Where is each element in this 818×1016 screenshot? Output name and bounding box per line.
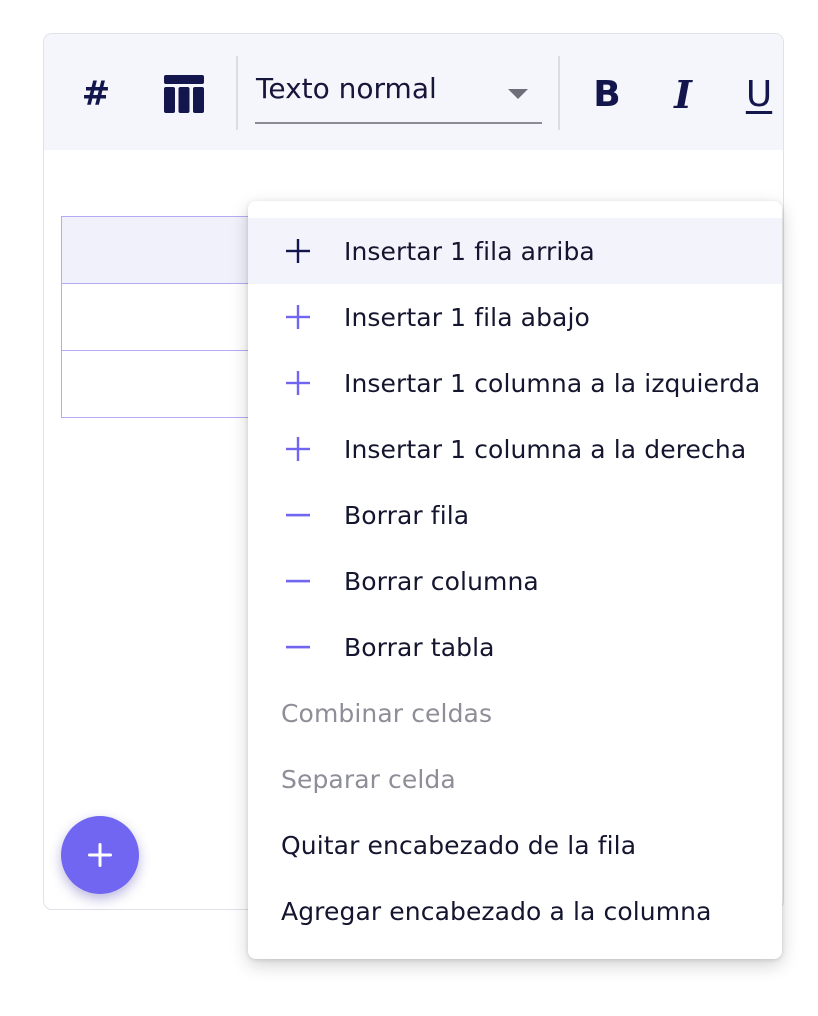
menu-item-remove-row-header[interactable]: Quitar encabezado de la fila — [248, 812, 782, 878]
hash-icon[interactable]: # — [72, 70, 120, 118]
menu-item-delete-table[interactable]: Borrar tabla — [248, 614, 782, 680]
menu-item-label: Borrar tabla — [344, 632, 495, 662]
menu-item-label: Quitar encabezado de la fila — [281, 830, 637, 860]
menu-item-label: Borrar fila — [344, 500, 470, 530]
add-block-button[interactable] — [61, 816, 139, 894]
menu-item-insert-row-below[interactable]: Insertar 1 fila abajo — [248, 284, 782, 350]
minus-icon — [286, 579, 310, 583]
italic-icon[interactable]: I — [659, 70, 707, 118]
editor-toolbar: # Texto normal B I U — [44, 34, 783, 150]
underline-icon[interactable]: U — [735, 70, 783, 118]
menu-item-label: Insertar 1 fila arriba — [344, 236, 595, 266]
menu-item-label: Borrar columna — [344, 566, 539, 596]
menu-item-insert-column-right[interactable]: Insertar 1 columna a la derecha — [248, 416, 782, 482]
menu-item-label: Agregar encabezado a la columna — [281, 896, 712, 926]
menu-item-label: Combinar celdas — [281, 698, 493, 728]
plus-icon — [286, 305, 310, 329]
bold-icon[interactable]: B — [583, 70, 631, 118]
toolbar-divider — [236, 56, 238, 130]
minus-icon — [286, 513, 310, 517]
menu-item-merge-cells: Combinar celdas — [248, 680, 782, 746]
menu-item-label: Insertar 1 columna a la izquierda — [344, 368, 761, 398]
plus-icon — [88, 843, 112, 867]
plus-icon — [286, 371, 310, 395]
menu-item-delete-column[interactable]: Borrar columna — [248, 548, 782, 614]
menu-item-label: Separar celda — [281, 764, 456, 794]
plus-icon — [286, 437, 310, 461]
menu-list: Insertar 1 fila arriba Insertar 1 fila a… — [248, 218, 782, 944]
menu-item-insert-column-left[interactable]: Insertar 1 columna a la izquierda — [248, 350, 782, 416]
menu-item-add-column-header[interactable]: Agregar encabezado a la columna — [248, 878, 782, 944]
menu-item-label: Insertar 1 columna a la derecha — [344, 434, 747, 464]
caret-down-icon — [508, 89, 528, 99]
text-style-value: Texto normal — [256, 72, 437, 105]
toolbar-divider — [558, 56, 560, 130]
minus-icon — [286, 645, 310, 649]
menu-item-insert-row-above[interactable]: Insertar 1 fila arriba — [248, 218, 782, 284]
menu-item-split-cell: Separar celda — [248, 746, 782, 812]
menu-item-delete-row[interactable]: Borrar fila — [248, 482, 782, 548]
text-style-dropdown[interactable]: Texto normal — [255, 64, 542, 124]
plus-icon — [286, 239, 310, 263]
table-context-menu: Insertar 1 fila arriba Insertar 1 fila a… — [248, 201, 782, 959]
table-icon[interactable] — [160, 72, 208, 116]
menu-item-label: Insertar 1 fila abajo — [344, 302, 590, 332]
